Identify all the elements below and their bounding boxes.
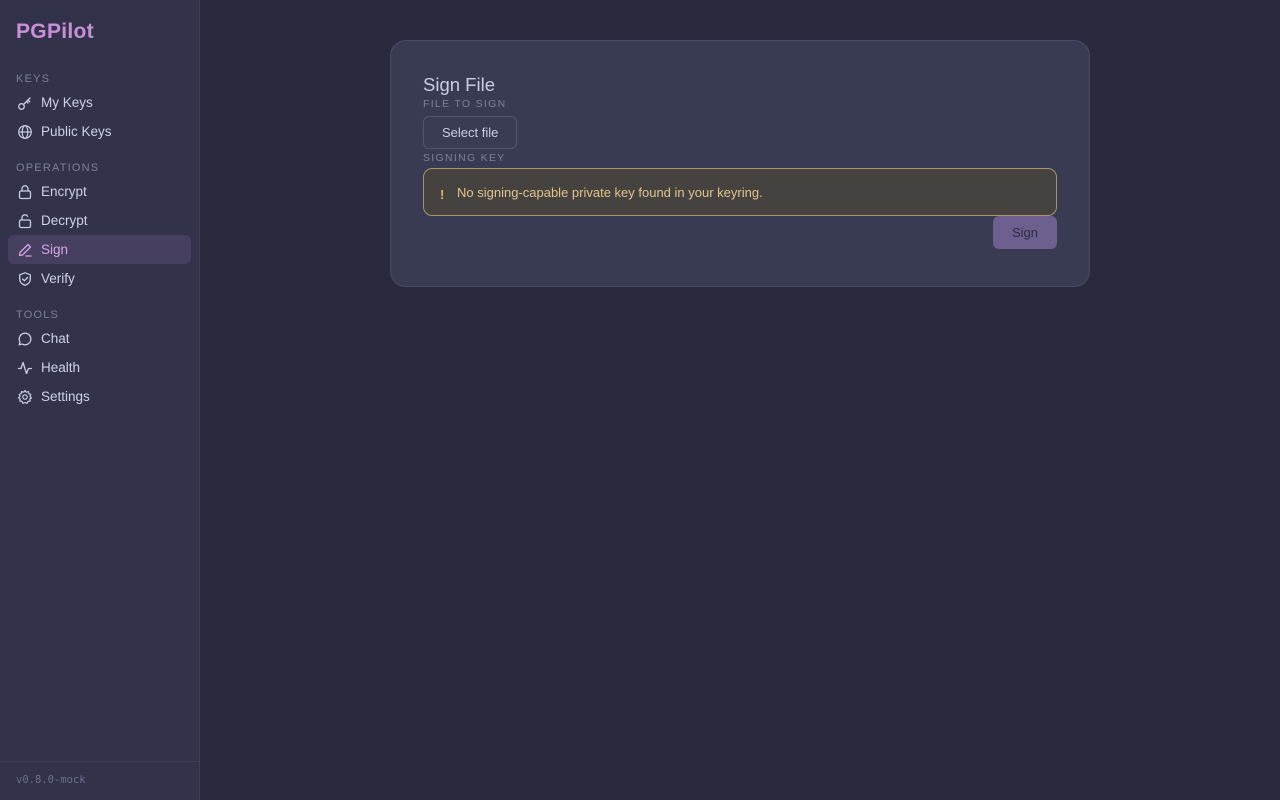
sidebar-item-sign[interactable]: Sign (8, 235, 191, 264)
page-title: Sign File (423, 74, 495, 95)
app-logo: PGPilot (16, 20, 94, 43)
sidebar-item-label: Verify (41, 271, 75, 286)
sidebar-item-settings[interactable]: Settings (8, 382, 191, 411)
sidebar-item-label: Sign (41, 242, 69, 257)
unlock-icon (18, 213, 32, 228)
sidebar-item-label: Public Keys (41, 124, 112, 139)
sidebar-item-label: My Keys (41, 95, 93, 110)
sidebar-item-label: Settings (41, 389, 90, 404)
sidebar-item-decrypt[interactable]: Decrypt (8, 206, 191, 235)
warning-icon: ! (440, 186, 445, 202)
globe-icon (18, 124, 32, 139)
file-to-sign-label: FILE TO SIGN (423, 98, 507, 110)
nav-section-keys: KEYS My Keys Public Keys (0, 70, 199, 146)
section-label-keys: KEYS (16, 73, 51, 85)
nav-section-tools: TOOLS Chat Health Settings (0, 306, 199, 411)
sidebar-item-label: Decrypt (41, 213, 88, 228)
main-content: Sign File FILE TO SIGN Select file SIGNI… (200, 0, 1280, 800)
signing-key-label: SIGNING KEY (423, 152, 506, 164)
sidebar-item-health[interactable]: Health (8, 353, 191, 382)
key-icon (18, 96, 31, 110)
sign-button[interactable]: Sign (993, 216, 1057, 249)
sidebar-item-label: Encrypt (41, 184, 87, 199)
no-signing-key-warning: ! No signing-capable private key found i… (423, 168, 1057, 216)
app-root: PGPilot KEYS My Keys Public Keys OPERATI… (0, 0, 1280, 800)
sign-file-card: Sign File FILE TO SIGN Select file SIGNI… (390, 40, 1090, 287)
chat-bubble-icon (18, 332, 32, 345)
nav-section-operations: OPERATIONS Encrypt Decrypt Sign Verify (0, 159, 199, 293)
sidebar-item-chat[interactable]: Chat (8, 324, 191, 353)
activity-icon (17, 361, 33, 374)
sidebar-item-encrypt[interactable]: Encrypt (8, 177, 191, 206)
section-label-tools: TOOLS (16, 309, 60, 321)
lock-icon (18, 184, 32, 199)
card-actions: Sign (423, 216, 1057, 249)
gear-icon (17, 389, 33, 404)
shield-check-icon (19, 271, 31, 286)
pen-icon (18, 243, 32, 257)
sidebar-item-label: Health (41, 360, 81, 375)
sidebar-item-verify[interactable]: Verify (8, 264, 191, 293)
section-label-operations: OPERATIONS (16, 162, 100, 174)
sidebar: PGPilot KEYS My Keys Public Keys OPERATI… (0, 0, 200, 800)
sidebar-item-public-keys[interactable]: Public Keys (8, 117, 191, 146)
warning-message: No signing-capable private key found in … (457, 184, 763, 200)
version-label: v0.8.0-mock (0, 761, 199, 800)
sidebar-item-label: Chat (41, 331, 70, 346)
select-file-button[interactable]: Select file (423, 116, 518, 149)
sidebar-item-my-keys[interactable]: My Keys (8, 88, 191, 117)
